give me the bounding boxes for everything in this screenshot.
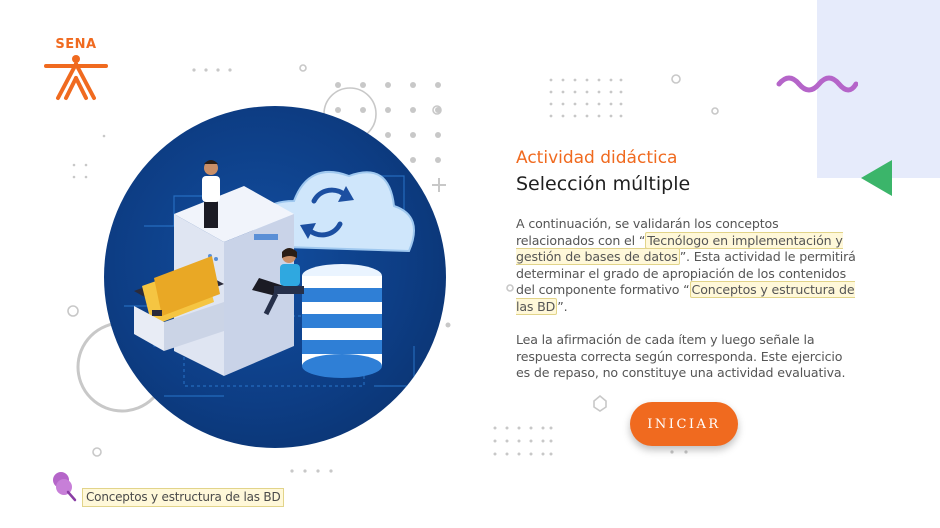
pin-icon — [53, 472, 77, 502]
sena-logo-icon — [44, 55, 108, 100]
person-standing — [202, 160, 220, 228]
sena-logo: SENA — [40, 36, 112, 104]
logo-text: SENA — [55, 37, 97, 52]
footer-topic-tag: Conceptos y estructura de las BD — [82, 488, 285, 507]
database-illustration — [124, 160, 415, 397]
activity-title: Selección múltiple — [516, 173, 691, 195]
intro-paragraph: A continuación, se validarán los concept… — [516, 216, 856, 316]
activity-eyebrow: Actividad didáctica — [516, 148, 678, 168]
instructions-paragraph: Lea la afirmación de cada ítem y luego s… — [516, 332, 846, 381]
intro-text-3: ”. — [557, 298, 568, 314]
hero-illustration — [104, 106, 446, 448]
start-button[interactable]: INICIAR — [630, 402, 738, 446]
database-icon — [302, 264, 382, 378]
